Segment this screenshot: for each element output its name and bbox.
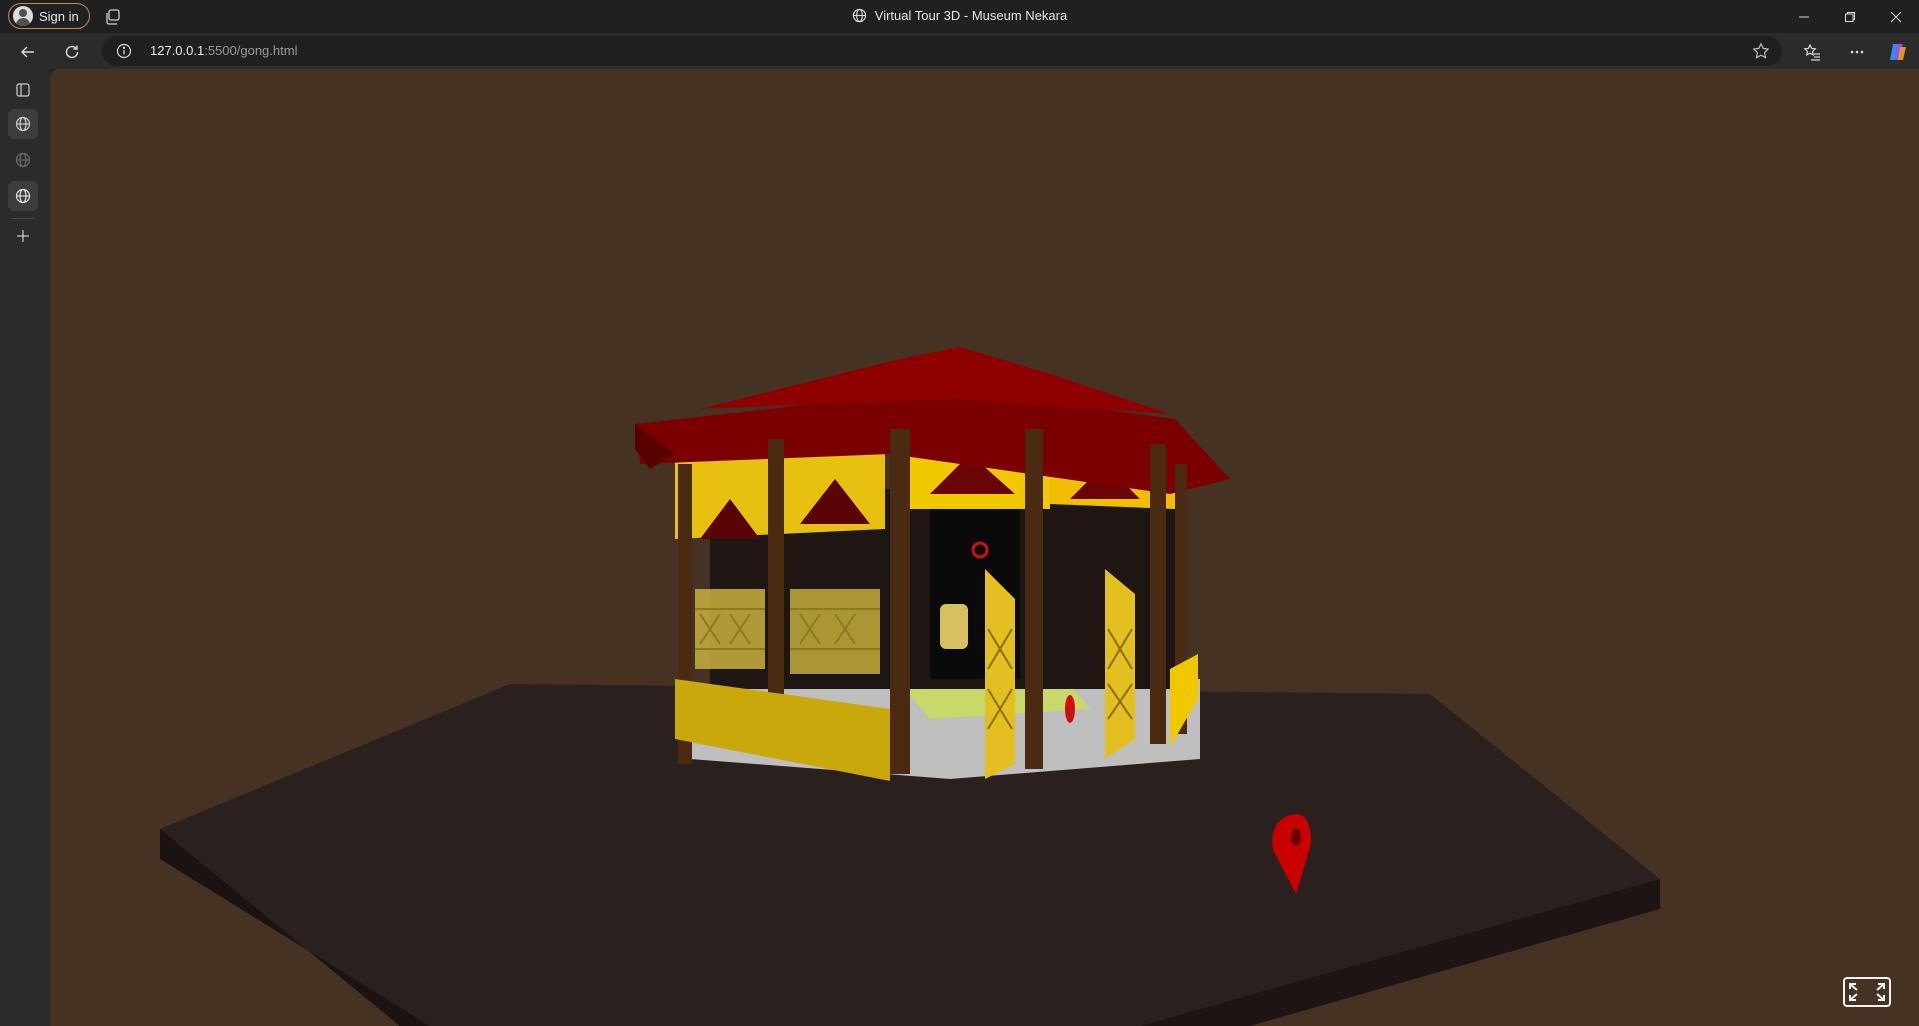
gate-left	[985, 569, 1015, 779]
sidebar-toggle-icon	[16, 83, 30, 97]
url-text[interactable]: 127.0.0.1:5500/gong.html	[150, 43, 297, 58]
inner-marker	[1065, 695, 1075, 723]
browser-toolbar: 127.0.0.1:5500/gong.html	[0, 33, 1919, 69]
title-bar: Sign in Virtual Tour 3D - Museum Nekara	[0, 0, 1919, 33]
site-info-icon[interactable]	[116, 43, 132, 59]
minimize-icon	[1799, 16, 1809, 17]
favorite-star-icon[interactable]	[1752, 42, 1770, 60]
copilot-button[interactable]	[1884, 39, 1912, 65]
more-menu-button[interactable]	[1843, 39, 1871, 65]
fullscreen-button[interactable]	[1843, 977, 1891, 1007]
gong-object	[940, 604, 968, 649]
railing-left	[695, 589, 765, 669]
sidebar-tab-3[interactable]	[8, 181, 38, 211]
sidebar-tab-1[interactable]	[8, 109, 38, 139]
url-path: :5500/gong.html	[204, 43, 298, 58]
railing-mid	[790, 589, 880, 674]
globe-icon	[15, 152, 31, 168]
3d-canvas[interactable]	[50, 69, 1919, 1026]
favorites-list-icon	[1803, 43, 1820, 61]
close-icon	[1890, 11, 1902, 22]
close-button[interactable]	[1873, 0, 1919, 33]
reload-icon	[65, 45, 79, 59]
globe-icon	[852, 8, 866, 23]
address-bar[interactable]: 127.0.0.1:5500/gong.html	[102, 36, 1782, 66]
sidebar-divider	[12, 218, 34, 219]
gate-right	[1105, 569, 1135, 759]
reload-button[interactable]	[58, 39, 86, 65]
new-tab-button[interactable]	[8, 221, 38, 251]
window-title-text: Virtual Tour 3D - Museum Nekara	[874, 8, 1068, 23]
copilot-icon	[1890, 44, 1906, 60]
sidebar-tab-2[interactable]	[8, 145, 38, 175]
more-dots-icon	[1850, 50, 1864, 54]
plus-icon	[17, 230, 29, 242]
favorites-button[interactable]	[1798, 39, 1826, 65]
back-button[interactable]	[14, 39, 42, 65]
vertical-tabs-sidebar	[0, 69, 50, 1026]
window-title: Virtual Tour 3D - Museum Nekara	[0, 8, 1919, 23]
restore-icon	[1845, 11, 1855, 22]
url-host: 127.0.0.1	[150, 43, 205, 58]
location-marker-hole	[1291, 828, 1301, 846]
gong-pavilion-scene	[160, 347, 1660, 1026]
back-arrow-icon	[21, 46, 34, 58]
restore-button[interactable]	[1827, 0, 1873, 33]
globe-icon	[15, 188, 31, 204]
fullscreen-icon	[1849, 983, 1885, 1001]
minimize-button[interactable]	[1781, 0, 1827, 33]
sidebar-toggle-button[interactable]	[8, 75, 38, 105]
globe-icon	[15, 116, 31, 132]
